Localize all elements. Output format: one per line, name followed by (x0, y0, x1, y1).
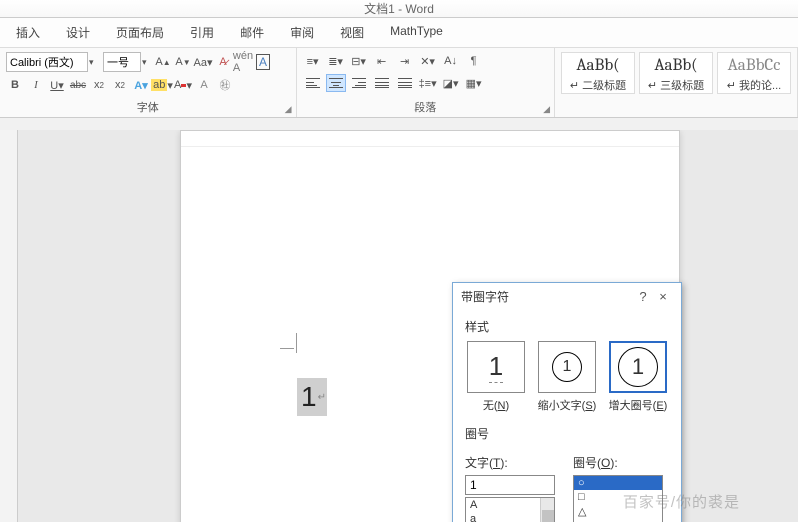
font-group-label: 字体◢ (6, 96, 290, 115)
ribbon-tabs: 插入 设计 页面布局 引用 邮件 审阅 视图 MathType (0, 18, 798, 48)
tab-mathtype[interactable]: MathType (386, 22, 447, 43)
align-center-button[interactable] (326, 74, 346, 92)
superscript-button[interactable]: x2 (111, 76, 129, 94)
style-option-enlarge[interactable]: 1 增大圈号(E) (607, 341, 669, 413)
style-heading3[interactable]: AaBb( ↵ 三级标题 (639, 52, 713, 94)
bullets-button[interactable]: ≡▾ (303, 52, 323, 70)
numbering-button[interactable]: ≣▾ (326, 52, 346, 70)
shape-col-label: 圈号(O): (573, 454, 669, 471)
font-color-button[interactable]: A▾ (174, 76, 192, 94)
style-heading2[interactable]: AaBb( ↵ 二级标题 (561, 52, 635, 94)
shading-button[interactable]: ◪▾ (441, 74, 461, 92)
dialog-close-button[interactable]: × (653, 289, 673, 304)
align-left-button[interactable] (303, 74, 323, 92)
tab-design[interactable]: 设计 (62, 22, 94, 43)
paragraph-group-label: 段落◢ (303, 96, 548, 115)
paragraph-launcher-icon[interactable]: ◢ (543, 104, 550, 115)
dialog-title: 带圈字符 (461, 288, 633, 305)
text-listbox[interactable]: A a ! 1 (465, 497, 555, 522)
style-custom[interactable]: AaBbCc ↵ 我的论... (717, 52, 791, 94)
tab-insert[interactable]: 插入 (12, 22, 44, 43)
document-area: 1↵ 带圈字符 ? × 样式 1 无(N) 1 缩小文字(S) 1 增大圈号(E… (0, 130, 798, 522)
vertical-ruler (0, 130, 18, 522)
align-right-button[interactable] (349, 74, 369, 92)
styles-group-label (561, 100, 791, 115)
text-input[interactable] (465, 475, 555, 495)
multilevel-button[interactable]: ⊟▾ (349, 52, 369, 70)
show-marks-button[interactable]: ¶ (464, 52, 484, 70)
window-title: 文档1 - Word (0, 0, 798, 18)
indent-dec-button[interactable]: ⇤ (372, 52, 392, 70)
enclosed-char-dialog: 带圈字符 ? × 样式 1 无(N) 1 缩小文字(S) 1 增大圈号(E) (452, 282, 682, 522)
tab-mail[interactable]: 邮件 (236, 22, 268, 43)
phonetic-button[interactable]: wénA (234, 53, 252, 71)
text-col-label: 文字(T): (465, 454, 561, 471)
shrink-font-button[interactable]: A▼ (174, 53, 192, 71)
bold-button[interactable]: B (6, 76, 24, 94)
grow-font-button[interactable]: A▲ (154, 53, 172, 71)
tab-layout[interactable]: 页面布局 (112, 22, 168, 43)
clear-format-button[interactable]: A̷ (214, 53, 232, 71)
tab-view[interactable]: 视图 (336, 22, 368, 43)
style-option-none[interactable]: 1 无(N) (465, 341, 527, 413)
text-list-scrollbar[interactable] (540, 498, 554, 522)
subscript-button[interactable]: x2 (90, 76, 108, 94)
font-launcher-icon[interactable]: ◢ (285, 104, 292, 115)
style-section-label: 样式 (465, 318, 669, 335)
text-direction-button[interactable]: ✕▾ (418, 52, 438, 70)
highlight-button[interactable]: ab▾ (153, 76, 171, 94)
enclose-section-label: 圈号 (465, 425, 669, 442)
strike-button[interactable]: abc (69, 76, 87, 94)
change-case-button[interactable]: Aa▾ (194, 53, 212, 71)
cursor-indicator (280, 348, 316, 358)
tab-review[interactable]: 审阅 (286, 22, 318, 43)
enclosed-char-button[interactable]: ㊓ (216, 76, 234, 94)
indent-inc-button[interactable]: ⇥ (395, 52, 415, 70)
sort-button[interactable]: A↓ (441, 52, 461, 70)
font-name-selector[interactable]: Calibri (西文) (6, 52, 88, 72)
char-shading-button[interactable]: A (195, 76, 213, 94)
line-spacing-button[interactable]: ‡≡▾ (418, 74, 438, 92)
italic-button[interactable]: I (27, 76, 45, 94)
distribute-button[interactable] (395, 74, 415, 92)
shape-listbox[interactable]: ○ □ △ ◇ (573, 475, 663, 522)
style-option-shrink[interactable]: 1 缩小文字(S) (536, 341, 598, 413)
dialog-help-button[interactable]: ? (633, 289, 653, 304)
underline-button[interactable]: U▾ (48, 76, 66, 94)
tab-references[interactable]: 引用 (186, 22, 218, 43)
ribbon: Calibri (西文)▾ 一号▾ A▲ A▼ Aa▾ A̷ wénA A B … (0, 48, 798, 118)
font-size-selector[interactable]: 一号 (103, 52, 141, 72)
borders-button[interactable]: ▦▾ (464, 74, 484, 92)
selected-text[interactable]: 1↵ (297, 378, 327, 416)
align-justify-button[interactable] (372, 74, 392, 92)
char-border-button[interactable]: A (254, 53, 272, 71)
horizontal-ruler (181, 131, 679, 147)
text-effects-button[interactable]: A▾ (132, 76, 150, 94)
